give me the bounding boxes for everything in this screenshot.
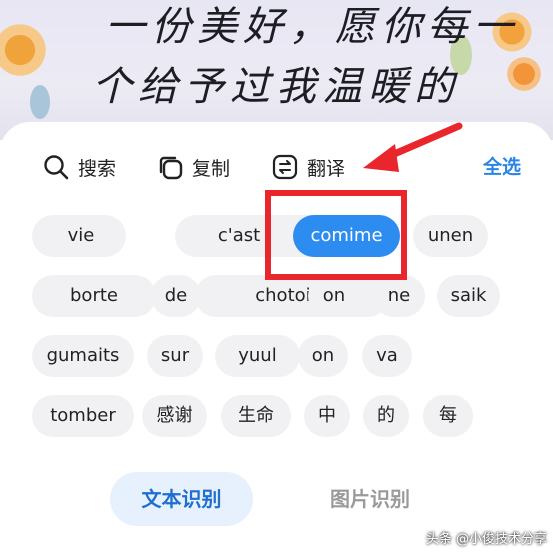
translate-button[interactable]: 翻译 [272,150,345,184]
select-all-button[interactable]: 全选 [483,152,521,179]
handwriting-line-2: 个给予过我温暖的 [92,64,460,110]
translate-icon [272,154,298,180]
word-chip[interactable]: ne [373,275,425,317]
word-chip[interactable]: sur [147,335,203,377]
search-button[interactable]: 搜索 [43,150,116,184]
word-chip[interactable]: 中 [304,395,350,437]
word-chip[interactable]: vie [66,215,96,257]
search-icon [43,154,69,180]
search-label: 搜索 [78,157,117,180]
copy-button[interactable]: 复制 [157,150,230,184]
text-selection-sheet: 搜索 复制 翻译 全选 Lavie,c'astcomimeunenbortede… [0,122,553,553]
word-chip[interactable]: gumaits [32,335,134,377]
copy-label: 复制 [192,157,231,180]
word-chip[interactable]: 感谢 [142,395,207,437]
word-chip[interactable]: de [151,275,201,317]
word-chip[interactable]: va [362,335,412,377]
word-chip[interactable]: saik [437,275,500,317]
recognition-tabs: 文本识别 图片识别 [0,472,553,532]
word-chip[interactable]: 的 [363,395,409,437]
tab-text-recognition[interactable]: 文本识别 [110,472,253,526]
word-chip[interactable]: 生命 [221,395,291,437]
word-chip[interactable]: 每 [423,395,473,437]
background-photo: 一份美好，愿你每一 个给予过我温暖的 [0,0,553,140]
word-chip[interactable]: c'ast [210,215,268,257]
leaf-decoration [30,85,50,119]
copy-icon [157,154,183,180]
flower-decoration [505,55,543,93]
tab-image-recognition[interactable]: 图片识别 [310,472,430,526]
handwriting-line-1: 一份美好，愿你每一 [105,4,519,50]
translate-label: 翻译 [307,157,346,180]
annotation-highlight-box [265,190,407,280]
word-chip[interactable]: tomber [32,395,134,437]
flower-decoration [0,20,50,80]
word-chip[interactable]: on [298,335,348,377]
word-chip[interactable]: on [308,275,360,317]
watermark: 头条 @小俊技术分享 [425,532,547,547]
word-chip[interactable]: unen [413,215,488,257]
annotation-arrow-icon [363,122,463,172]
word-chip[interactable]: yuul [215,335,300,377]
word-chip[interactable]: borte [32,275,156,317]
